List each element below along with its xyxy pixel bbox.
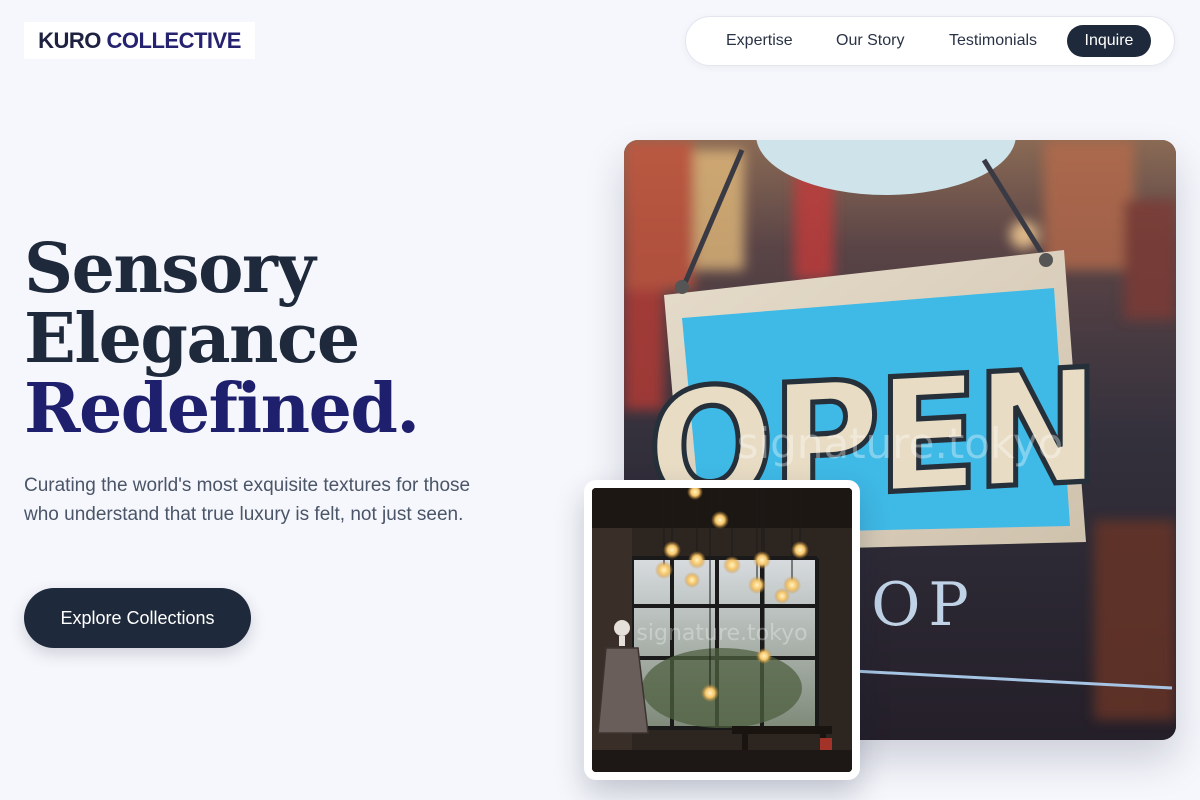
hero-title: Sensory Elegance Redefined. [24,229,420,449]
explore-collections-button[interactable]: Explore Collections [24,588,251,648]
window-shop-text: OP [871,570,977,640]
nav-inquire-button[interactable]: Inquire [1067,25,1151,57]
nav-link-testimonials[interactable]: Testimonials [949,17,1037,65]
hero-title-line1: Sensory [24,229,316,309]
hero-subtitle: Curating the world's most exquisite text… [24,475,471,525]
brand-name-part1: KURO [38,27,101,53]
hero-title-line2: Elegance [24,299,360,379]
inset-image-watermark: signature.tokyo [636,621,807,646]
main-nav: Expertise Our Story Testimonials Inquire [685,16,1175,66]
secondary-image-card: signature.tokyo [584,480,860,780]
nav-link-expertise[interactable]: Expertise [726,17,793,65]
main-image-watermark: signature.tokyo [737,419,1064,468]
interior-photo: signature.tokyo [592,488,852,772]
hero-title-highlight: Redefined. [24,369,420,449]
brand-logo[interactable]: KURO COLLECTIVE [24,22,255,59]
nav-link-our-story[interactable]: Our Story [836,17,904,65]
brand-name-part2: COLLECTIVE [106,27,242,53]
